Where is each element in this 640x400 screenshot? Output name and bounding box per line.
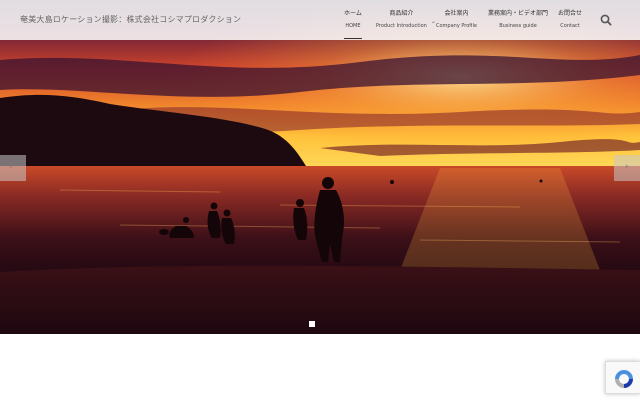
site-title[interactable]: 奄美大島ロケーション撮影：株式会社コシマプロダクション bbox=[20, 14, 241, 25]
nav-item-home[interactable]: ホーム HOME bbox=[344, 9, 362, 39]
recaptcha-icon bbox=[615, 370, 633, 388]
site-header: 奄美大島ロケーション撮影：株式会社コシマプロダクション ホーム HOME 商品紹… bbox=[0, 0, 640, 40]
nav-item-label: お問合せ bbox=[558, 10, 583, 17]
hero-slider bbox=[0, 0, 640, 334]
nav-item-company[interactable]: 会社案内 Company Profile bbox=[436, 9, 477, 31]
nav-item-label: 商品紹介 bbox=[389, 10, 414, 17]
nav-item-label: ホーム bbox=[344, 10, 362, 17]
hero-image-sunset-beach bbox=[0, 0, 640, 334]
nav-item-sublabel: Contact bbox=[560, 23, 580, 29]
slider-next-button[interactable]: › bbox=[614, 155, 640, 181]
page: 奄美大島ロケーション撮影：株式会社コシマプロダクション ホーム HOME 商品紹… bbox=[0, 0, 640, 400]
slider-prev-button[interactable]: ‹ bbox=[0, 155, 26, 181]
nav-item-label: 業務案内・ビデオ部門 bbox=[488, 10, 549, 17]
nav-item-label: 会社案内 bbox=[444, 10, 469, 17]
nav-item-sublabel: Company Profile bbox=[436, 23, 477, 29]
nav-item-contact[interactable]: お問合せ Contact bbox=[558, 9, 582, 31]
nav-item-sublabel: Product Introduction bbox=[376, 23, 427, 29]
chevron-right-icon: › bbox=[625, 162, 629, 172]
recaptcha-badge[interactable] bbox=[605, 361, 640, 394]
chevron-left-icon: ‹ bbox=[9, 162, 13, 172]
nav-item-products[interactable]: 商品紹介 Product Introduction ⌄ bbox=[376, 9, 436, 31]
slider-pagination-dot[interactable] bbox=[309, 321, 315, 327]
nav-item-business[interactable]: 業務案内・ビデオ部門 Business guide bbox=[488, 9, 548, 31]
active-indicator bbox=[344, 38, 362, 39]
nav-item-sublabel: HOME bbox=[345, 23, 361, 29]
search-icon[interactable] bbox=[598, 12, 614, 28]
nav-item-sublabel: Business guide bbox=[499, 23, 537, 29]
